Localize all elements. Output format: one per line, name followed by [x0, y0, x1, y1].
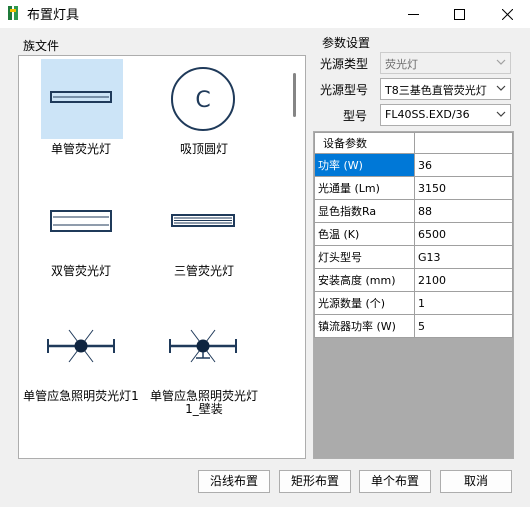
minimize-button[interactable]	[390, 0, 436, 28]
family-item-label: 单管应急照明荧光灯1	[23, 389, 139, 403]
param-value[interactable]: 1	[414, 291, 513, 315]
double-tube-fluorescent-icon	[50, 210, 112, 232]
triple-tube-fluorescent-icon	[171, 214, 235, 227]
selection-highlight	[41, 59, 123, 139]
scrollbar-thumb[interactable]	[293, 73, 296, 117]
family-item-label: 吸顶圆灯	[179, 142, 228, 156]
table-row[interactable]: 光源数量 (个) 1	[314, 291, 513, 315]
close-button[interactable]	[484, 0, 530, 28]
chevron-down-icon	[496, 85, 506, 92]
family-item-label-line1: 单管应急照明荧光灯	[149, 389, 258, 403]
cancel-button[interactable]: 取消	[440, 470, 512, 493]
light-model-value: T8三基色直管荧光灯	[385, 84, 487, 97]
minimize-icon	[407, 13, 419, 15]
model-value: FL40SS.EXD/36	[385, 108, 470, 121]
family-panel-label: 族文件	[21, 37, 62, 54]
family-item-label: 单管荧光灯	[50, 142, 111, 156]
chevron-down-icon	[496, 59, 506, 65]
app-icon	[8, 6, 18, 20]
table-row[interactable]: 色温 (K) 6500	[314, 222, 513, 246]
param-value[interactable]: 6500	[414, 222, 513, 246]
light-type-select[interactable]: 荧光灯	[380, 52, 511, 74]
family-item-label: 双管荧光灯	[50, 264, 111, 278]
param-value[interactable]: 5	[414, 314, 513, 338]
table-row[interactable]: 光通量 (Lm) 3150	[314, 176, 513, 200]
family-item-label-line2: 1_壁装	[185, 402, 223, 416]
single-tube-fluorescent-icon	[50, 91, 112, 103]
param-key: 功率 (W)	[314, 153, 415, 177]
along-line-button[interactable]: 沿线布置	[198, 470, 270, 493]
title-bar: 布置灯具	[0, 0, 530, 28]
param-value[interactable]: 3150	[414, 176, 513, 200]
ceiling-lamp-symbol: C	[195, 88, 210, 113]
light-model-select[interactable]: T8三基色直管荧光灯	[380, 78, 511, 100]
table-row[interactable]: 灯头型号 G13	[314, 245, 513, 269]
single-place-button[interactable]: 单个布置	[359, 470, 431, 493]
params-group-label: 参数设置	[322, 36, 371, 50]
light-type-value: 荧光灯	[385, 58, 418, 71]
emergency-fluorescent-icon	[47, 329, 115, 363]
table-row[interactable]: 镇流器功率 (W) 5	[314, 314, 513, 338]
device-params-grid[interactable]: 设备参数 功率 (W) 36 光通量 (Lm) 3150 显色指数Ra 88 色…	[313, 131, 514, 459]
table-row[interactable]: 功率 (W) 36	[314, 153, 513, 177]
param-value[interactable]: G13	[414, 245, 513, 269]
param-key: 光通量 (Lm)	[314, 176, 415, 200]
family-item-label: 三管荧光灯	[173, 264, 234, 278]
family-list-scrollbar[interactable]	[285, 56, 305, 458]
grid-header-empty	[414, 132, 513, 154]
table-row[interactable]: 安装高度 (mm) 2100	[314, 268, 513, 292]
maximize-button[interactable]	[436, 0, 482, 28]
param-value[interactable]: 88	[414, 199, 513, 223]
param-key: 镇流器功率 (W)	[314, 314, 415, 338]
param-key: 显色指数Ra	[314, 199, 415, 223]
param-key: 光源数量 (个)	[314, 291, 415, 315]
param-key: 色温 (K)	[314, 222, 415, 246]
close-icon	[501, 8, 513, 20]
param-key: 灯头型号	[314, 245, 415, 269]
table-row[interactable]: 显色指数Ra 88	[314, 199, 513, 223]
rectangle-button[interactable]: 矩形布置	[279, 470, 351, 493]
param-key: 安装高度 (mm)	[314, 268, 415, 292]
ceiling-round-lamp-icon: C	[171, 67, 235, 131]
maximize-icon	[453, 8, 465, 20]
model-label: 型号	[343, 109, 368, 123]
grid-header: 设备参数	[314, 132, 415, 154]
grid-header-row: 设备参数	[314, 132, 513, 154]
emergency-fluorescent-wall-icon	[169, 329, 237, 363]
light-type-label: 光源类型	[320, 57, 369, 71]
window-title: 布置灯具	[27, 8, 80, 23]
param-value[interactable]: 36	[414, 153, 513, 177]
light-model-label: 光源型号	[320, 83, 369, 97]
param-value[interactable]: 2100	[414, 268, 513, 292]
model-select[interactable]: FL40SS.EXD/36	[380, 104, 511, 126]
chevron-down-icon	[496, 111, 506, 117]
